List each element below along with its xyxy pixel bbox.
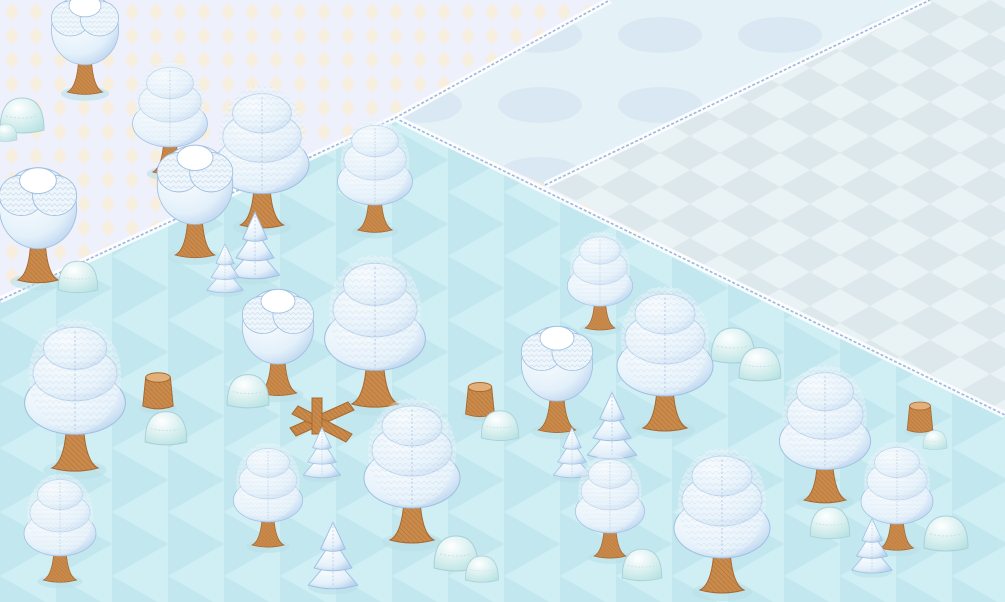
tree-canopy — [0, 167, 78, 250]
tree-canopy — [156, 144, 234, 225]
isometric-snow-scene — [0, 0, 1005, 602]
tree-canopy — [520, 325, 594, 402]
tree-canopy — [50, 0, 120, 66]
tree-canopy — [241, 288, 315, 365]
game-board — [0, 0, 1005, 602]
